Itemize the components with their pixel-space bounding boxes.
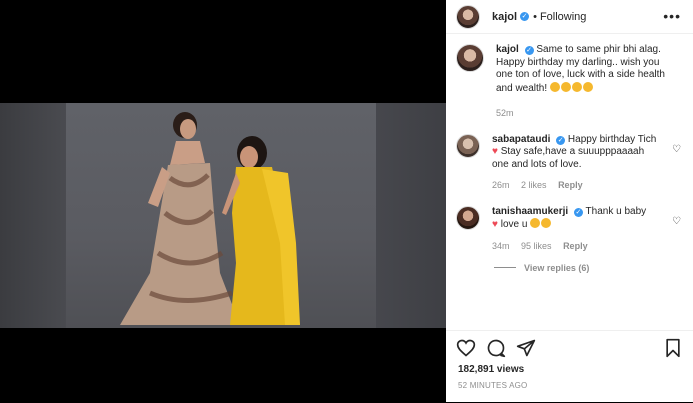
photo-figures [120,112,300,325]
emoji-icon [541,218,552,228]
verified-icon: ✓ [573,207,583,217]
post-media-area [0,0,446,402]
more-options-icon[interactable]: ••• [663,8,681,24]
comment-time[interactable]: 34m [492,241,510,251]
caption-comment: kajol ✓ Same to same phir bhi alag. Happ… [456,44,683,120]
emoji-icon [549,81,560,92]
comment-username[interactable]: kajol [496,44,519,55]
post-actions: 182,891 views 52 MINUTES AGO [446,330,693,403]
comment-item: tanishaamukerji ✓ Thank u baby ♥ love u … [456,205,683,253]
share-icon[interactable] [516,338,536,358]
views-count[interactable]: 182,891 views [446,358,693,375]
comment-time[interactable]: 26m [492,180,510,190]
emoji-icon [571,81,582,92]
comment-icon[interactable] [486,338,506,358]
reply-button[interactable]: Reply [563,241,588,251]
post-username[interactable]: kajol [492,11,517,23]
comments-list: kajol ✓ Same to same phir bhi alag. Happ… [446,34,693,331]
avatar[interactable] [456,4,480,29]
avatar[interactable] [456,44,484,72]
emoji-icon [560,81,571,92]
post-timestamp[interactable]: 52 MINUTES AGO [446,375,693,390]
separator-dot: • [533,10,537,23]
verified-icon: ✓ [524,46,534,55]
emoji-icon [530,218,541,228]
emoji-group [549,81,594,94]
post-photo[interactable] [0,103,446,328]
comment-username[interactable]: sabapataudi [492,134,550,145]
reply-button[interactable]: Reply [558,180,583,190]
view-replies-label: View replies (6) [524,263,590,273]
comment-item: sabapataudi ✓ Happy birthday Tich ♥ Stay… [456,133,683,192]
comment-text-continued: love u [500,219,528,230]
bookmark-icon[interactable] [663,338,683,358]
comment-meta: 34m 95 likes Reply [492,240,662,253]
comment-meta: 26m 2 likes Reply [492,179,662,192]
action-icons [446,331,693,358]
view-replies-button[interactable]: View replies (6) [494,263,683,273]
comment-time[interactable]: 52m [496,108,514,118]
post-sidebar: kajol ✓ • Following ••• kajol ✓ Same to … [446,0,693,402]
verified-icon: ✓ [520,12,530,21]
post-header: kajol ✓ • Following ••• [446,0,693,34]
avatar[interactable] [456,133,480,158]
comment-likes[interactable]: 2 likes [521,180,547,190]
comment-text-continued: Stay safe,have a suuupppaaaah one and lo… [492,146,645,170]
comment-username[interactable]: tanishaamukerji [492,206,568,217]
red-heart-icon: ♥ [492,146,498,157]
like-comment-icon[interactable]: ♡ [672,144,681,155]
red-heart-icon: ♥ [492,219,498,230]
emoji-icon [582,81,593,92]
avatar[interactable] [456,205,480,230]
verified-icon: ✓ [556,135,566,145]
replies-line [494,267,516,268]
comment-meta: 52m [496,107,666,120]
like-heart-icon[interactable] [456,338,476,358]
following-button[interactable]: Following [540,11,586,23]
comment-text: Happy birthday Tich [567,133,657,145]
comment-likes[interactable]: 95 likes [521,241,552,251]
like-comment-icon[interactable]: ♡ [672,216,681,227]
comment-text: Thank u baby [585,205,647,217]
